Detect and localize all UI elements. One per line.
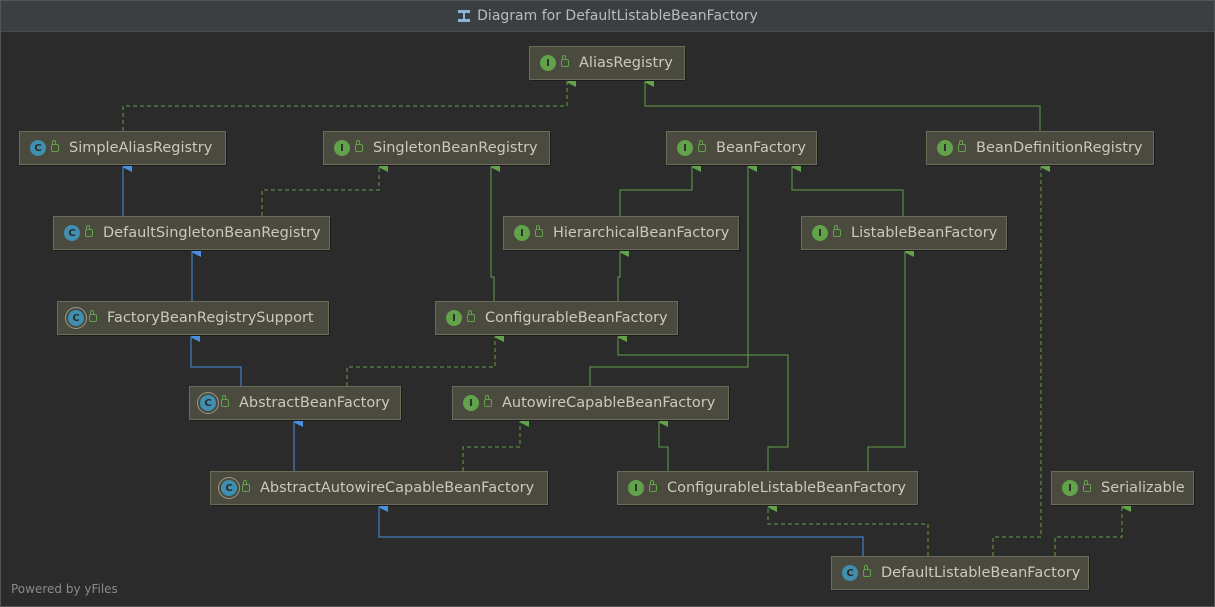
public-access-icon xyxy=(649,480,657,492)
node-label: DefaultListableBeanFactory xyxy=(881,565,1081,581)
diagram-canvas: I AliasRegistry C SimpleAliasRegistry I … xyxy=(0,0,1215,607)
public-access-icon xyxy=(833,225,841,237)
edge-abstractautowire-autowire xyxy=(462,417,529,471)
public-access-icon xyxy=(1083,480,1091,492)
public-access-icon xyxy=(51,140,59,152)
edge-beandef-alias xyxy=(644,77,1041,131)
public-access-icon xyxy=(863,565,871,577)
interface-icon: I xyxy=(446,310,462,326)
interface-icon: I xyxy=(514,225,530,241)
class-icon: C xyxy=(842,565,858,581)
node-configurable-bean-factory[interactable]: I ConfigurableBeanFactory xyxy=(435,301,678,335)
edge-configurable-hierarchical xyxy=(617,247,629,301)
public-access-icon xyxy=(484,395,492,407)
interface-icon: I xyxy=(937,140,953,156)
interface-icon: I xyxy=(540,55,556,71)
node-label: DefaultSingletonBeanRegistry xyxy=(103,225,321,241)
node-bean-definition-registry[interactable]: I BeanDefinitionRegistry xyxy=(926,131,1154,165)
public-access-icon xyxy=(467,310,475,322)
edge-conflistable-autowire xyxy=(658,417,669,471)
node-default-singleton-bean-registry[interactable]: C DefaultSingletonBeanRegistry xyxy=(53,216,330,250)
edge-conflistable-listable xyxy=(867,247,914,471)
node-label: ConfigurableListableBeanFactory xyxy=(667,480,907,496)
node-label: Serializable xyxy=(1101,480,1185,496)
edge-simplealias-alias xyxy=(122,77,576,131)
edge-defaultlistable-conflistable xyxy=(767,502,929,556)
node-label: BeanFactory xyxy=(716,140,806,156)
public-access-icon xyxy=(85,225,93,237)
node-label: AutowireCapableBeanFactory xyxy=(502,395,716,411)
node-label: FactoryBeanRegistrySupport xyxy=(107,310,314,326)
node-factory-bean-registry-support[interactable]: C FactoryBeanRegistrySupport xyxy=(57,301,329,335)
abstract-class-icon: C xyxy=(200,395,216,411)
edge-abstractbf-factorysupport xyxy=(190,332,242,386)
edge-configurable-singleton xyxy=(490,162,500,301)
node-serializable[interactable]: I Serializable xyxy=(1051,471,1194,505)
edge-hierarchical-beanfactory xyxy=(619,162,701,216)
class-icon: C xyxy=(30,140,46,156)
node-label: ConfigurableBeanFactory xyxy=(485,310,668,326)
edge-defaultsingleton-singleton xyxy=(261,162,388,216)
node-label: ListableBeanFactory xyxy=(851,225,998,241)
edge-abstractbf-configurable xyxy=(346,332,504,386)
public-access-icon xyxy=(355,140,363,152)
interface-icon: I xyxy=(463,395,479,411)
node-simple-alias-registry[interactable]: C SimpleAliasRegistry xyxy=(19,131,226,165)
class-icon: C xyxy=(64,225,80,241)
public-access-icon xyxy=(958,140,966,152)
node-autowire-capable-bean-factory[interactable]: I AutowireCapableBeanFactory xyxy=(452,386,729,420)
node-label: BeanDefinitionRegistry xyxy=(976,140,1143,156)
node-listable-bean-factory[interactable]: I ListableBeanFactory xyxy=(801,216,1007,250)
public-access-icon xyxy=(89,310,97,322)
node-singleton-bean-registry[interactable]: I SingletonBeanRegistry xyxy=(323,131,550,165)
node-label: HierarchicalBeanFactory xyxy=(553,225,730,241)
public-access-icon xyxy=(221,395,229,407)
node-label: AbstractBeanFactory xyxy=(239,395,390,411)
interface-icon: I xyxy=(334,140,350,156)
interface-icon: I xyxy=(812,225,828,241)
interface-icon: I xyxy=(628,480,644,496)
interface-icon: I xyxy=(1062,480,1078,496)
node-default-listable-bean-factory[interactable]: C DefaultListableBeanFactory xyxy=(831,556,1089,590)
public-access-icon xyxy=(535,225,543,237)
public-access-icon xyxy=(242,480,250,492)
node-configurable-listable-bean-factory[interactable]: I ConfigurableListableBeanFactory xyxy=(617,471,918,505)
node-abstract-autowire-capable-bean-factory[interactable]: C AbstractAutowireCapableBeanFactory xyxy=(210,471,548,505)
edge-defaultlistable-abstractautowire xyxy=(378,502,864,556)
powered-by-label: Powered by yFiles xyxy=(11,582,118,596)
edge-autowire-beanfactory xyxy=(589,162,757,386)
node-abstract-bean-factory[interactable]: C AbstractBeanFactory xyxy=(189,386,401,420)
node-label: SimpleAliasRegistry xyxy=(69,140,213,156)
public-access-icon xyxy=(561,55,569,67)
node-bean-factory[interactable]: I BeanFactory xyxy=(666,131,817,165)
node-alias-registry[interactable]: I AliasRegistry xyxy=(529,46,685,80)
abstract-class-icon: C xyxy=(68,310,84,326)
node-label: SingletonBeanRegistry xyxy=(373,140,538,156)
abstract-class-icon: C xyxy=(221,480,237,496)
interface-icon: I xyxy=(677,140,693,156)
node-hierarchical-bean-factory[interactable]: I HierarchicalBeanFactory xyxy=(503,216,739,250)
edge-listable-beanfactory xyxy=(791,162,904,216)
edge-defaultlistable-serializable xyxy=(1054,502,1131,556)
node-label: AbstractAutowireCapableBeanFactory xyxy=(260,480,535,496)
public-access-icon xyxy=(698,140,706,152)
node-label: AliasRegistry xyxy=(579,55,673,71)
